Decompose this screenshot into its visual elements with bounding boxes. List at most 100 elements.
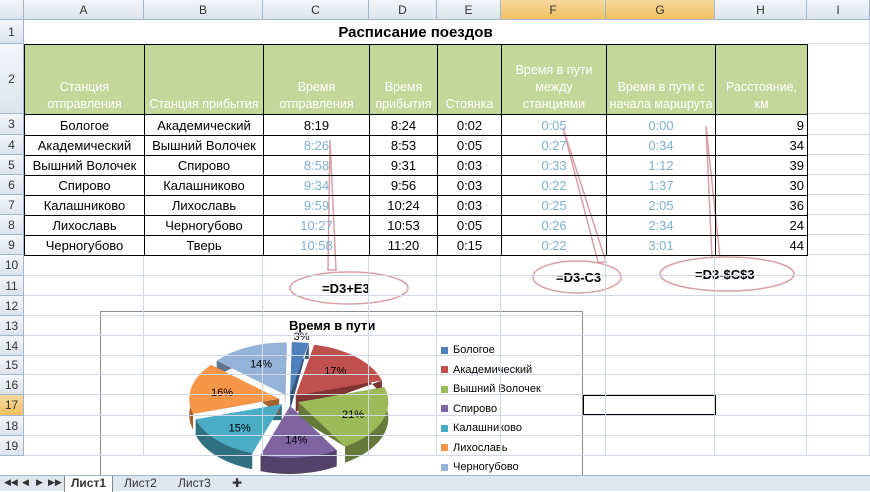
grid-cell[interactable] <box>144 416 263 436</box>
grid-cell[interactable] <box>24 436 144 456</box>
grid-cell[interactable] <box>437 416 501 436</box>
table-cell[interactable]: 0:02 <box>437 114 502 136</box>
row-header-14[interactable]: 14 <box>0 336 24 356</box>
grid-cell[interactable] <box>263 296 369 316</box>
table-cell[interactable]: 0:26 <box>501 215 607 236</box>
table-cell[interactable]: Тверь <box>144 235 264 256</box>
row-header-3[interactable]: 3 <box>0 114 24 135</box>
grid-cell[interactable] <box>807 235 870 255</box>
grid-cell[interactable] <box>144 356 263 375</box>
grid-cell[interactable] <box>606 375 715 395</box>
grid-cell[interactable] <box>807 255 870 276</box>
grid-cell[interactable] <box>369 436 437 456</box>
column-header-g[interactable]: G <box>606 0 715 20</box>
grid-cell[interactable] <box>144 395 263 416</box>
table-cell[interactable]: 0:05 <box>437 215 502 236</box>
table-cell[interactable]: 2:34 <box>606 215 716 236</box>
grid-cell[interactable] <box>715 276 807 296</box>
grid-cell[interactable] <box>263 255 369 276</box>
grid-cell[interactable] <box>24 316 144 336</box>
grid-cell[interactable] <box>807 155 870 175</box>
table-cell[interactable]: 0:34 <box>606 135 716 156</box>
row-header-17[interactable]: 17 <box>0 395 24 416</box>
grid-cell[interactable] <box>144 316 263 336</box>
grid-cell[interactable] <box>715 395 807 416</box>
table-cell[interactable]: 0:05 <box>437 135 502 156</box>
table-cell[interactable]: 8:53 <box>369 135 438 156</box>
table-cell[interactable]: 39 <box>715 155 808 176</box>
table-cell[interactable]: 10:27 <box>263 215 370 236</box>
row-header-11[interactable]: 11 <box>0 276 24 296</box>
row-header-9[interactable]: 9 <box>0 235 24 255</box>
header-cell[interactable]: Время прибытия <box>369 44 438 115</box>
table-cell[interactable]: 2:05 <box>606 195 716 216</box>
table-cell[interactable]: 9:34 <box>263 175 370 196</box>
grid-cell[interactable] <box>807 296 870 316</box>
grid-cell[interactable] <box>807 276 870 296</box>
grid-cell[interactable] <box>263 316 369 336</box>
table-cell[interactable]: 10:24 <box>369 195 438 216</box>
table-cell[interactable]: Вышний Волочек <box>144 135 264 156</box>
tab-list2[interactable]: Лист2 <box>118 476 163 492</box>
grid-cell[interactable] <box>437 336 501 356</box>
table-cell[interactable]: 0:15 <box>437 235 502 256</box>
header-cell[interactable]: Стоянка <box>437 44 502 115</box>
grid-cell[interactable] <box>807 416 870 436</box>
grid-cell[interactable] <box>606 276 715 296</box>
table-cell[interactable]: 0:00 <box>606 114 716 136</box>
table-cell[interactable]: 24 <box>715 215 808 236</box>
grid-cell[interactable] <box>807 316 870 336</box>
grid-cell[interactable] <box>369 255 437 276</box>
table-cell[interactable]: Черногубово <box>144 215 264 236</box>
table-cell[interactable]: 36 <box>715 195 808 216</box>
grid-cell[interactable] <box>24 296 144 316</box>
grid-cell[interactable] <box>807 436 870 456</box>
column-header-b[interactable]: B <box>144 0 263 20</box>
grid-cell[interactable] <box>144 436 263 456</box>
grid-cell[interactable] <box>606 255 715 276</box>
grid-cell[interactable] <box>437 316 501 336</box>
table-cell[interactable]: 0:03 <box>437 155 502 176</box>
grid-cell[interactable] <box>715 375 807 395</box>
grid-cell[interactable] <box>606 336 715 356</box>
grid-cell[interactable] <box>437 395 501 416</box>
grid-cell[interactable] <box>501 316 606 336</box>
grid-cell[interactable] <box>606 416 715 436</box>
spreadsheet-grid[interactable]: Расписание поездов =D3+E3 =D3-C3 =D3-$C$… <box>0 0 870 475</box>
table-cell[interactable]: Академический <box>144 114 264 136</box>
table-cell[interactable]: Вышний Волочек <box>24 155 145 176</box>
table-cell[interactable]: 10:58 <box>263 235 370 256</box>
grid-cell[interactable] <box>369 316 437 336</box>
row-header-15[interactable]: 15 <box>0 356 24 375</box>
table-cell[interactable]: 9 <box>715 114 808 136</box>
header-cell[interactable]: Время отправления <box>263 44 370 115</box>
column-header-c[interactable]: C <box>263 0 369 20</box>
table-cell[interactable]: 34 <box>715 135 808 156</box>
grid-cell[interactable] <box>807 356 870 375</box>
table-cell[interactable]: 0:27 <box>501 135 607 156</box>
grid-cell[interactable] <box>144 336 263 356</box>
grid-cell[interactable] <box>501 375 606 395</box>
tab-list3[interactable]: Лист3 <box>172 476 217 492</box>
grid-cell[interactable] <box>24 356 144 375</box>
grid-cell[interactable] <box>715 255 807 276</box>
table-cell[interactable]: 0:33 <box>501 155 607 176</box>
row-header-8[interactable]: 8 <box>0 215 24 235</box>
row-header-4[interactable]: 4 <box>0 135 24 155</box>
table-cell[interactable]: Бологое <box>24 114 145 136</box>
grid-cell[interactable] <box>369 296 437 316</box>
table-cell[interactable]: Лихославь <box>144 195 264 216</box>
grid-cell[interactable] <box>437 276 501 296</box>
grid-cell[interactable] <box>369 375 437 395</box>
grid-cell[interactable] <box>807 195 870 215</box>
grid-cell[interactable] <box>501 436 606 456</box>
grid-cell[interactable] <box>263 276 369 296</box>
column-header-f[interactable]: F <box>501 0 606 20</box>
grid-cell[interactable] <box>144 276 263 296</box>
table-cell[interactable]: 3:01 <box>606 235 716 256</box>
grid-cell[interactable] <box>263 395 369 416</box>
table-cell[interactable]: 0:25 <box>501 195 607 216</box>
grid-cell[interactable] <box>369 395 437 416</box>
grid-cell[interactable] <box>369 416 437 436</box>
grid-cell[interactable] <box>715 296 807 316</box>
